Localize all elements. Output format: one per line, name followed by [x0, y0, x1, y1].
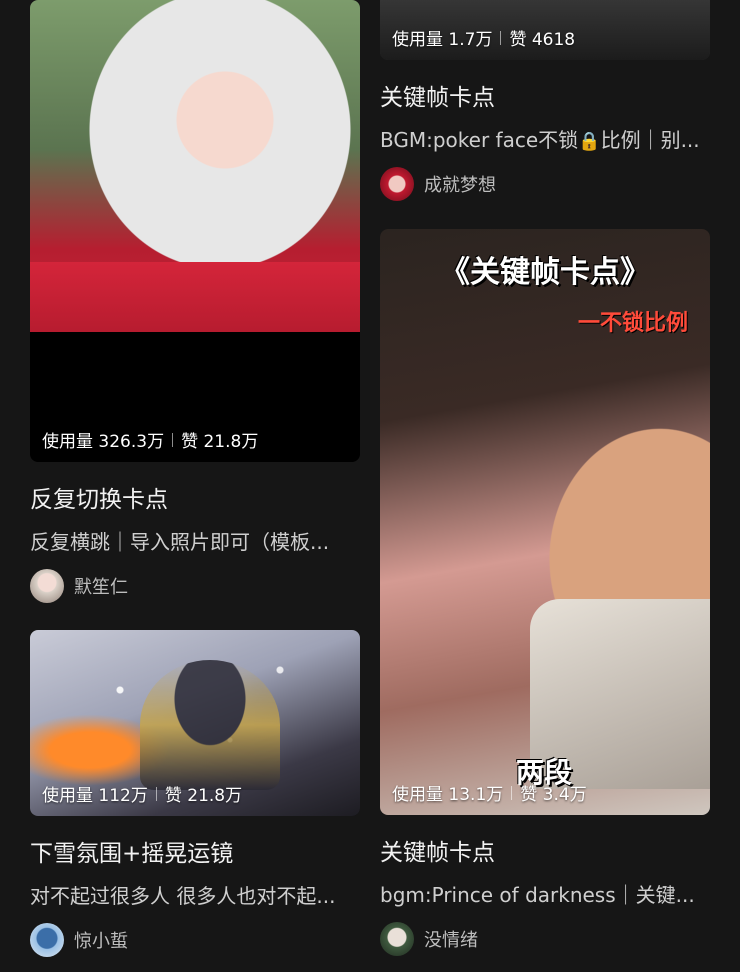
card-thumbnail[interactable]: 《关键帧卡点》 一不锁比例 两段 使用量 13.1万 赞 3.4万: [380, 229, 710, 815]
divider: [155, 786, 157, 801]
divider: [172, 432, 174, 447]
divider: [500, 30, 502, 45]
thumbnail-overlay-title: 《关键帧卡点》: [440, 255, 650, 290]
card-thumbnail[interactable]: 使用量 326.3万 赞 21.8万: [30, 0, 360, 462]
avatar[interactable]: [30, 923, 64, 957]
like-count: 赞 4618: [509, 30, 576, 50]
author-name: 没情绪: [424, 930, 478, 951]
card-description: bgm:Prince of darkness｜关键...: [380, 883, 695, 907]
usage-count: 使用量 13.1万: [392, 785, 504, 805]
template-card-2[interactable]: 使用量 112万 赞 21.8万 下雪氛围+摇晃运镜 对不起过很多人 很多人也对…: [30, 630, 360, 957]
thumbnail-overlay-subtitle: 一不锁比例: [577, 311, 688, 336]
like-count: 赞 21.8万: [181, 432, 259, 452]
card-author[interactable]: 默笙仁: [30, 569, 360, 603]
thumbnail-image: [30, 0, 360, 332]
card-title[interactable]: 关键帧卡点: [380, 833, 710, 867]
card-description: 反复横跳｜导入照片即可（模板...: [30, 530, 330, 554]
desc-after: 比例｜别...: [600, 128, 700, 152]
divider: [511, 785, 513, 800]
usage-count: 使用量 112万: [42, 786, 148, 806]
card-stats: 使用量 112万 赞 21.8万: [42, 781, 242, 806]
card-stats: 使用量 1.7万 赞 4618: [392, 25, 575, 50]
author-name: 默笙仁: [74, 577, 128, 598]
usage-count: 使用量 1.7万: [392, 30, 493, 50]
card-thumbnail[interactable]: 使用量 112万 赞 21.8万: [30, 630, 360, 816]
card-stats: 使用量 13.1万 赞 3.4万: [392, 780, 587, 805]
card-stats: 使用量 326.3万 赞 21.8万: [42, 427, 258, 452]
card-title[interactable]: 反复切换卡点: [30, 480, 360, 514]
avatar[interactable]: [380, 922, 414, 956]
lock-icon: 🔒: [578, 131, 601, 152]
usage-count: 使用量 326.3万: [42, 432, 165, 452]
avatar[interactable]: [380, 167, 414, 201]
avatar[interactable]: [30, 569, 64, 603]
desc-before: BGM:poker face不锁: [380, 128, 579, 152]
card-author[interactable]: 成就梦想: [380, 167, 710, 201]
template-card-4[interactable]: 《关键帧卡点》 一不锁比例 两段 使用量 13.1万 赞 3.4万 关键帧卡点 …: [380, 229, 710, 956]
card-author[interactable]: 惊小蜇: [30, 923, 360, 957]
template-card-3[interactable]: 使用量 1.7万 赞 4618 关键帧卡点 BGM:poker face不锁🔒比…: [380, 0, 710, 201]
like-count: 赞 3.4万: [520, 785, 587, 805]
template-card-1[interactable]: 使用量 326.3万 赞 21.8万 反复切换卡点 反复横跳｜导入照片即可（模板…: [30, 0, 360, 603]
card-title[interactable]: 关键帧卡点: [380, 78, 710, 112]
card-description: BGM:poker face不锁🔒比例｜别...: [380, 124, 710, 153]
author-name: 惊小蜇: [74, 931, 128, 952]
card-title[interactable]: 下雪氛围+摇晃运镜: [30, 834, 360, 868]
like-count: 赞 21.8万: [164, 786, 243, 806]
author-name: 成就梦想: [424, 175, 496, 196]
card-thumbnail[interactable]: 使用量 1.7万 赞 4618: [380, 0, 710, 60]
card-description: 对不起过很多人 很多人也对不起...: [30, 884, 336, 908]
card-author[interactable]: 没情绪: [380, 922, 710, 956]
